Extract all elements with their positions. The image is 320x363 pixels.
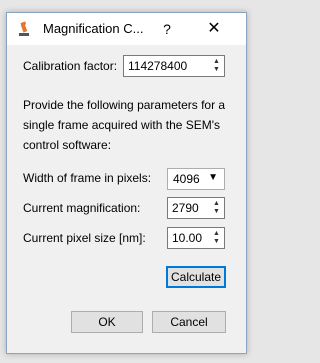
magnification-label: Current magnification:: [23, 201, 141, 215]
magnification-value[interactable]: 2790: [172, 201, 199, 215]
spin-down-icon[interactable]: ▼: [211, 208, 222, 216]
dialog-title: Magnification C...: [43, 21, 144, 36]
spin-down-icon[interactable]: ▼: [211, 66, 222, 74]
pixel-size-spinbox[interactable]: 10.00 ▲ ▼: [167, 227, 225, 249]
spin-up-icon[interactable]: ▲: [211, 58, 222, 66]
calibration-factor-spinbox[interactable]: 114278400 ▲ ▼: [123, 55, 225, 77]
help-button[interactable]: ?: [157, 19, 177, 39]
spin-arrows[interactable]: ▲ ▼: [211, 230, 222, 246]
cancel-button[interactable]: Cancel: [152, 311, 226, 333]
spin-up-icon[interactable]: ▲: [211, 230, 222, 238]
spin-up-icon[interactable]: ▲: [211, 200, 222, 208]
magnification-spinbox[interactable]: 2790 ▲ ▼: [167, 197, 225, 219]
magnification-calibration-dialog: Magnification C... ? ✕ Calibration facto…: [6, 12, 247, 354]
pixel-size-label: Current pixel size [nm]:: [23, 231, 146, 245]
spin-arrows[interactable]: ▲ ▼: [211, 200, 222, 216]
frame-width-value[interactable]: 4096: [173, 172, 200, 186]
frame-width-label: Width of frame in pixels:: [23, 171, 152, 185]
instructions-text: Provide the following parameters for a s…: [23, 98, 226, 152]
chevron-down-icon[interactable]: ▼: [208, 172, 218, 183]
spin-down-icon[interactable]: ▼: [211, 238, 222, 246]
calibration-factor-value[interactable]: 114278400: [128, 59, 187, 73]
close-button[interactable]: ✕: [203, 19, 225, 39]
title-bar[interactable]: Magnification C... ? ✕: [7, 13, 246, 45]
pixel-size-value[interactable]: 10.00: [172, 231, 202, 245]
ok-button[interactable]: OK: [71, 311, 143, 333]
calibration-factor-label: Calibration factor:: [23, 59, 118, 73]
frame-width-dropdown[interactable]: 4096 ▼: [167, 168, 225, 190]
calculate-button[interactable]: Calculate: [166, 266, 226, 288]
microscope-icon: [19, 21, 29, 36]
spin-arrows[interactable]: ▲ ▼: [211, 58, 222, 74]
